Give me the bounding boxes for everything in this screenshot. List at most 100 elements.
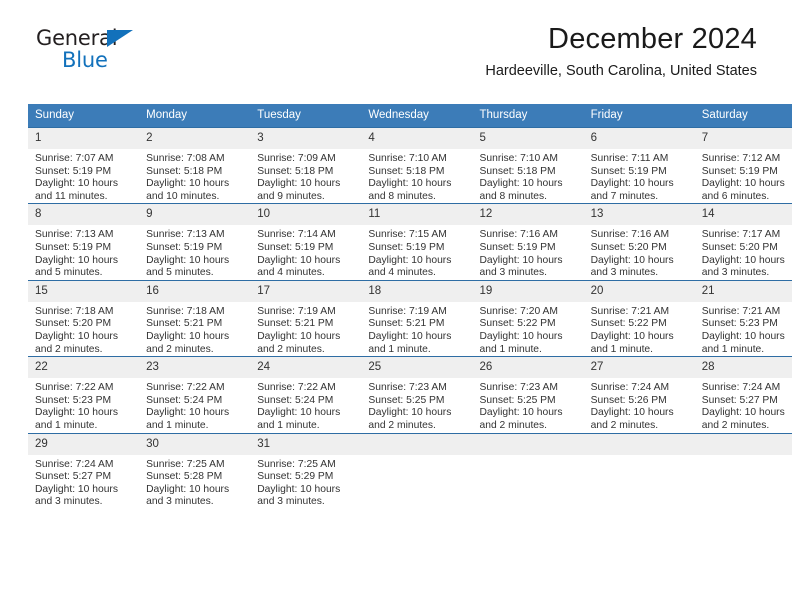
daylight-duration-line2: and 5 minutes. xyxy=(35,267,103,279)
sunrise-time: Sunrise: 7:08 AM xyxy=(146,153,225,164)
calendar-day-cell[interactable]: 4 Sunrise: 7:10 AM Sunset: 5:18 PM Daylight… xyxy=(361,126,473,204)
calendar-day-cell[interactable]: 14 Sunrise: 7:17 AM Sunset: 5:20 PM Dayligh… xyxy=(694,203,792,281)
daylight-duration-line2: and 1 minute. xyxy=(701,343,765,355)
sunset-time: Sunset: 5:27 PM xyxy=(701,394,778,406)
calendar-day-cell[interactable]: 13 Sunrise: 7:16 AM Sunset: 5:20 PM Dayligh… xyxy=(583,203,695,281)
day-number: 30 xyxy=(139,433,251,455)
daylight-duration-line1: Daylight: 10 hours xyxy=(35,254,118,266)
sunrise-time: Sunrise: 7:23 AM xyxy=(368,382,447,394)
day-number: 4 xyxy=(361,128,473,149)
daylight-duration-line2: and 1 minute. xyxy=(146,419,209,431)
daylight-duration-line2: and 3 minutes. xyxy=(701,267,770,279)
calendar-day-cell[interactable]: 26 Sunrise: 7:23 AM Sunset: 5:25 PM Dayligh… xyxy=(472,356,584,433)
daylight-duration-line2: and 1 minute. xyxy=(479,343,542,355)
daylight-duration-line2: and 2 minutes. xyxy=(146,343,214,355)
daylight-duration-line1: Daylight: 10 hours xyxy=(257,330,341,342)
day-number: 15 xyxy=(28,280,140,302)
sunrise-time: Sunrise: 7:25 AM xyxy=(257,458,336,470)
calendar-day-cell[interactable]: 16 Sunrise: 7:18 AM Sunset: 5:21 PM Dayligh… xyxy=(139,279,251,357)
daylight-duration-line2: and 4 minutes. xyxy=(368,267,436,279)
day-number: 31 xyxy=(250,433,362,455)
daylight-duration-line2: and 2 minutes. xyxy=(701,419,770,431)
calendar-day-cell[interactable]: 23 Sunrise: 7:22 AM Sunset: 5:24 PM Dayligh… xyxy=(139,356,251,433)
day-number: 1 xyxy=(28,128,140,149)
calendar-day-cell[interactable]: 25 Sunrise: 7:23 AM Sunset: 5:25 PM Dayligh… xyxy=(361,356,473,433)
weekday-header-tuesday: Tuesday xyxy=(250,104,362,128)
sunset-time: Sunset: 5:22 PM xyxy=(590,318,667,330)
daylight-duration-line2: and 3 minutes. xyxy=(35,496,103,508)
calendar-day-cell[interactable]: 12 Sunrise: 7:16 AM Sunset: 5:19 PM Dayligh… xyxy=(472,203,584,281)
calendar-day-cell[interactable]: 1 Sunrise: 7:07 AM Sunset: 5:19 PM Daylight… xyxy=(28,126,140,204)
calendar-header-row: Sunday Monday Tuesday Wednesday Thursday… xyxy=(28,104,792,128)
day-details: Sunrise: 7:10 AM Sunset: 5:18 PM Daylight:… xyxy=(361,149,472,203)
daylight-duration-line2: and 10 minutes. xyxy=(146,190,220,202)
day-details: Sunrise: 7:24 AM Sunset: 5:27 PM Daylight:… xyxy=(28,455,139,509)
calendar-day-cell[interactable]: 19 Sunrise: 7:20 AM Sunset: 5:22 PM Dayligh… xyxy=(472,279,584,357)
calendar-day-cell[interactable]: 29 Sunrise: 7:24 AM Sunset: 5:27 PM Dayligh… xyxy=(28,432,140,509)
sunset-time: Sunset: 5:25 PM xyxy=(479,394,556,406)
sunrise-time: Sunrise: 7:17 AM xyxy=(701,229,781,241)
sunset-time: Sunset: 5:23 PM xyxy=(35,394,112,406)
day-details: Sunrise: 7:19 AM Sunset: 5:21 PM Daylight:… xyxy=(361,302,472,356)
calendar-day-cell[interactable]: 10 Sunrise: 7:14 AM Sunset: 5:19 PM Dayligh… xyxy=(250,203,362,281)
sunrise-time: Sunrise: 7:24 AM xyxy=(701,382,781,394)
calendar-day-cell[interactable]: 24 Sunrise: 7:22 AM Sunset: 5:24 PM Dayligh… xyxy=(250,356,362,433)
day-number: 16 xyxy=(139,280,251,302)
sunset-time: Sunset: 5:29 PM xyxy=(257,471,334,483)
calendar-day-cell[interactable]: 6 Sunrise: 7:11 AM Sunset: 5:19 PM Daylight… xyxy=(583,126,695,204)
day-number: 12 xyxy=(472,204,584,226)
day-details: Sunrise: 7:12 AM Sunset: 5:19 PM Daylight:… xyxy=(695,149,792,203)
sunset-time: Sunset: 5:19 PM xyxy=(146,241,223,253)
calendar-week-row: 1 Sunrise: 7:07 AM Sunset: 5:19 PM Daylight… xyxy=(28,126,792,204)
day-number: 5 xyxy=(472,128,584,149)
calendar-day-cell[interactable]: 31 Sunrise: 7:25 AM Sunset: 5:29 PM Dayligh… xyxy=(250,432,362,509)
calendar-day-cell[interactable]: 7 Sunrise: 7:12 AM Sunset: 5:19 PM Daylight… xyxy=(694,126,792,204)
daylight-duration-line1: Daylight: 10 hours xyxy=(701,254,785,266)
day-details: Sunrise: 7:22 AM Sunset: 5:24 PM Daylight:… xyxy=(139,378,250,432)
daylight-duration-line1: Daylight: 10 hours xyxy=(35,178,118,190)
calendar-day-cell[interactable]: 8 Sunrise: 7:13 AM Sunset: 5:19 PM Daylight… xyxy=(28,203,140,281)
sunrise-time: Sunrise: 7:25 AM xyxy=(146,458,225,470)
daylight-duration-line1: Daylight: 10 hours xyxy=(368,330,452,342)
calendar-day-cell[interactable]: 5 Sunrise: 7:10 AM Sunset: 5:18 PM Daylight… xyxy=(472,126,584,204)
weekday-header-thursday: Thursday xyxy=(472,104,584,128)
daylight-duration-line1: Daylight: 10 hours xyxy=(35,330,118,342)
daylight-duration-line1: Daylight: 10 hours xyxy=(368,407,452,419)
sunrise-time: Sunrise: 7:21 AM xyxy=(590,305,670,317)
day-details: Sunrise: 7:22 AM Sunset: 5:24 PM Daylight:… xyxy=(250,378,361,432)
sunset-time: Sunset: 5:28 PM xyxy=(146,471,223,483)
day-number xyxy=(472,433,584,455)
day-number: 14 xyxy=(694,204,792,226)
sunset-time: Sunset: 5:19 PM xyxy=(257,241,334,253)
day-details: Sunrise: 7:21 AM Sunset: 5:22 PM Daylight:… xyxy=(584,302,695,356)
calendar-day-cell[interactable]: 27 Sunrise: 7:24 AM Sunset: 5:26 PM Dayligh… xyxy=(583,356,695,433)
daylight-duration-line2: and 2 minutes. xyxy=(35,343,103,355)
day-number: 13 xyxy=(583,204,695,226)
calendar-day-cell[interactable]: 18 Sunrise: 7:19 AM Sunset: 5:21 PM Dayligh… xyxy=(361,279,473,357)
day-number: 22 xyxy=(28,357,140,379)
sunset-time: Sunset: 5:19 PM xyxy=(479,241,556,253)
calendar-day-cell-empty xyxy=(694,432,792,509)
calendar-day-cell[interactable]: 9 Sunrise: 7:13 AM Sunset: 5:19 PM Daylight… xyxy=(139,203,251,281)
sunset-time: Sunset: 5:24 PM xyxy=(146,394,223,406)
daylight-duration-line1: Daylight: 10 hours xyxy=(701,178,785,190)
day-number: 24 xyxy=(250,357,362,379)
daylight-duration-line2: and 8 minutes. xyxy=(479,190,548,202)
day-details: Sunrise: 7:25 AM Sunset: 5:29 PM Daylight:… xyxy=(250,455,361,509)
sunset-time: Sunset: 5:19 PM xyxy=(35,165,112,177)
calendar-day-cell[interactable]: 11 Sunrise: 7:15 AM Sunset: 5:19 PM Dayligh… xyxy=(361,203,473,281)
calendar-day-cell[interactable]: 3 Sunrise: 7:09 AM Sunset: 5:18 PM Daylight… xyxy=(250,126,362,204)
daylight-duration-line1: Daylight: 10 hours xyxy=(479,330,563,342)
calendar-day-cell[interactable]: 2 Sunrise: 7:08 AM Sunset: 5:18 PM Daylight… xyxy=(139,126,251,204)
calendar-day-cell[interactable]: 15 Sunrise: 7:18 AM Sunset: 5:20 PM Dayligh… xyxy=(28,279,140,357)
calendar-day-cell[interactable]: 21 Sunrise: 7:21 AM Sunset: 5:23 PM Dayligh… xyxy=(694,279,792,357)
sunrise-time: Sunrise: 7:14 AM xyxy=(257,229,336,241)
sunrise-time: Sunrise: 7:10 AM xyxy=(479,153,558,164)
calendar-day-cell[interactable]: 28 Sunrise: 7:24 AM Sunset: 5:27 PM Dayligh… xyxy=(694,356,792,433)
calendar-day-cell[interactable]: 22 Sunrise: 7:22 AM Sunset: 5:23 PM Dayligh… xyxy=(28,356,140,433)
day-details: Sunrise: 7:15 AM Sunset: 5:19 PM Daylight:… xyxy=(361,225,472,279)
daylight-duration-line1: Daylight: 10 hours xyxy=(590,178,674,190)
calendar-day-cell[interactable]: 17 Sunrise: 7:19 AM Sunset: 5:21 PM Dayligh… xyxy=(250,279,362,357)
calendar-day-cell[interactable]: 30 Sunrise: 7:25 AM Sunset: 5:28 PM Dayligh… xyxy=(139,432,251,509)
calendar-day-cell[interactable]: 20 Sunrise: 7:21 AM Sunset: 5:22 PM Dayligh… xyxy=(583,279,695,357)
